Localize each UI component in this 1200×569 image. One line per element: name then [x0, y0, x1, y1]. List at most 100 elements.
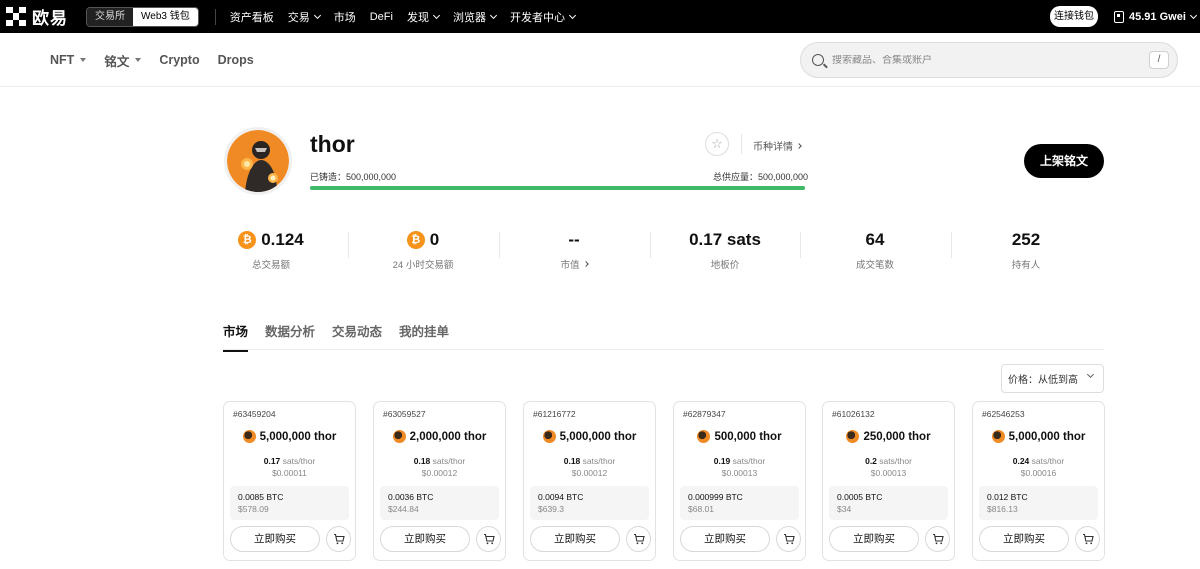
- mint-progress-bar: [310, 186, 805, 190]
- cart-icon: [1082, 533, 1094, 545]
- top-nav-item[interactable]: 浏览器: [453, 9, 498, 25]
- unit-price-label: sats/thor: [582, 456, 616, 466]
- favorite-star-button[interactable]: ☆: [705, 132, 729, 156]
- sub-nav-item[interactable]: Drops: [218, 53, 254, 67]
- stat-value: 0.17 sats: [650, 228, 800, 252]
- token-amount-text: 250,000 thor: [863, 430, 931, 443]
- stat-value: 64: [800, 228, 950, 252]
- buy-now-button[interactable]: 立即购买: [530, 526, 620, 552]
- sort-dropdown[interactable]: 价格：从低到高: [1001, 364, 1104, 393]
- sub-nav-item[interactable]: 铭文: [104, 51, 142, 70]
- top-nav-label: 资产看板: [229, 11, 274, 24]
- add-to-cart-button[interactable]: [626, 526, 651, 552]
- top-nav-item[interactable]: 交易: [287, 9, 321, 25]
- buy-now-button[interactable]: 立即购买: [380, 526, 470, 552]
- stat-item: ₿ 0.124 总交易额: [196, 228, 346, 271]
- search-bar[interactable]: /: [800, 42, 1178, 78]
- total-price-box: 0.0036 BTC $244.84: [380, 486, 499, 520]
- stat-value: 252: [951, 228, 1101, 252]
- mode-web3-button[interactable]: Web3 钱包: [133, 7, 198, 26]
- add-to-cart-button[interactable]: [326, 526, 351, 552]
- unit-price-label: sats/thor: [282, 456, 316, 466]
- top-nav-item[interactable]: 开发者中心: [510, 9, 577, 25]
- buy-now-button[interactable]: 立即购买: [829, 526, 919, 552]
- unit-price: 0.19 sats/thor: [674, 456, 805, 466]
- buy-now-button[interactable]: 立即购买: [230, 526, 320, 552]
- listing-card[interactable]: #62546253 5,000,000 thor 0.24 sats/thor $0.…: [972, 401, 1105, 561]
- tab-1[interactable]: 市场: [223, 321, 249, 352]
- mode-exchange-button[interactable]: 交易所: [87, 7, 133, 26]
- logo[interactable]: 欧易: [6, 0, 68, 33]
- gas-pump-icon: [1114, 10, 1124, 23]
- list-inscription-button[interactable]: 上架铭文: [1024, 144, 1104, 178]
- stat-label-text: 24 小时交易额: [392, 260, 454, 271]
- unit-price-usd: $0.00012: [421, 468, 458, 478]
- stat-value-text: 0.124: [261, 230, 304, 249]
- thor-token-icon: [242, 430, 256, 443]
- sub-nav-item[interactable]: NFT: [50, 53, 87, 67]
- listing-card[interactable]: #63059527 2,000,000 thor 0.18 sats/thor $0.…: [373, 401, 506, 561]
- listing-card[interactable]: #61026132 250,000 thor 0.2 sats/thor $0.000…: [822, 401, 955, 561]
- top-nav-label: 交易: [287, 11, 310, 24]
- inscription-id: #62879347: [683, 409, 726, 419]
- gas-price[interactable]: 45.91 Gwei: [1114, 0, 1197, 33]
- unit-price-value: 0.24: [1012, 456, 1030, 466]
- token-amount-text: 500,000 thor: [714, 430, 782, 443]
- brand-name: 欧易: [32, 9, 68, 28]
- total-price-box: 0.012 BTC $816.13: [979, 486, 1098, 520]
- add-to-cart-button[interactable]: [776, 526, 801, 552]
- token-amount: 2,000,000 thor: [374, 430, 505, 443]
- top-bar: 欧易 交易所 Web3 钱包 资产看板 交易 市场 DeFi 发现 浏览器 开发者中心 连接…: [0, 0, 1200, 33]
- total-price-usd: $639.3: [538, 504, 564, 514]
- unit-price-usd: $0.00013: [721, 468, 758, 478]
- tab-3[interactable]: 交易动态: [332, 321, 382, 352]
- top-nav-item[interactable]: 市场: [334, 9, 356, 25]
- total-price-usd: $578.09: [238, 504, 269, 514]
- token-amount-text: 2,000,000 thor: [409, 430, 487, 443]
- stat-value: --: [499, 228, 649, 252]
- top-nav-item[interactable]: 资产看板: [230, 9, 274, 25]
- coin-detail-link[interactable]: 币种详情: [753, 138, 802, 153]
- listing-card[interactable]: #63459204 5,000,000 thor 0.17 sats/thor $0.…: [223, 401, 356, 561]
- token-amount: 5,000,000 thor: [973, 430, 1104, 443]
- stat-label: 成交笔数: [800, 257, 950, 271]
- add-to-cart-button[interactable]: [476, 526, 501, 552]
- divider: [951, 232, 952, 258]
- thor-token-icon: [991, 430, 1005, 443]
- connect-wallet-button[interactable]: 连接钱包: [1050, 6, 1098, 27]
- top-nav-label: 发现: [406, 11, 429, 24]
- stat-label-text: 持有人: [1011, 260, 1041, 271]
- buy-now-button[interactable]: 立即购买: [680, 526, 770, 552]
- stat-item[interactable]: -- 市值: [499, 228, 649, 271]
- add-to-cart-button[interactable]: [925, 526, 950, 552]
- tab-2[interactable]: 数据分析: [265, 321, 315, 352]
- buy-now-button[interactable]: 立即购买: [979, 526, 1069, 552]
- thor-token-icon: [846, 430, 860, 443]
- inscription-id: #63059527: [383, 409, 426, 419]
- sub-nav-label: NFT: [50, 53, 75, 67]
- unit-price-value: 0.18: [413, 456, 431, 466]
- top-nav-item[interactable]: DeFi: [370, 11, 393, 23]
- sub-nav-label: Drops: [217, 53, 254, 67]
- total-price-btc: 0.000999 BTC: [688, 492, 743, 502]
- stat-value-text: 252: [1011, 230, 1041, 249]
- total-price-box: 0.0085 BTC $578.09: [230, 486, 349, 520]
- stat-label: 持有人: [951, 257, 1101, 271]
- token-amount: 5,000,000 thor: [524, 430, 655, 443]
- top-nav-item[interactable]: 发现: [406, 9, 441, 25]
- unit-price-value: 0.2: [865, 456, 877, 466]
- divider: [741, 134, 742, 154]
- listing-card[interactable]: #61216772 5,000,000 thor 0.18 sats/thor $0.…: [523, 401, 656, 561]
- stat-item: ₿ 0 24 小时交易额: [348, 228, 498, 271]
- total-price-box: 0.0005 BTC $34: [829, 486, 948, 520]
- sub-nav-item[interactable]: Crypto: [159, 53, 199, 67]
- bitcoin-icon: ₿: [406, 231, 425, 249]
- unit-price: 0.2 sats/thor: [823, 456, 954, 466]
- unit-price-label: sats/thor: [879, 456, 912, 466]
- add-to-cart-button[interactable]: [1075, 526, 1100, 552]
- tab-4[interactable]: 我的挂单: [399, 321, 449, 352]
- search-input[interactable]: [832, 54, 1132, 66]
- stat-label: 地板价: [650, 257, 800, 271]
- total-supply: 总供应量：500,000,000: [713, 172, 809, 182]
- listing-card[interactable]: #62879347 500,000 thor 0.19 sats/thor $0.00…: [673, 401, 806, 561]
